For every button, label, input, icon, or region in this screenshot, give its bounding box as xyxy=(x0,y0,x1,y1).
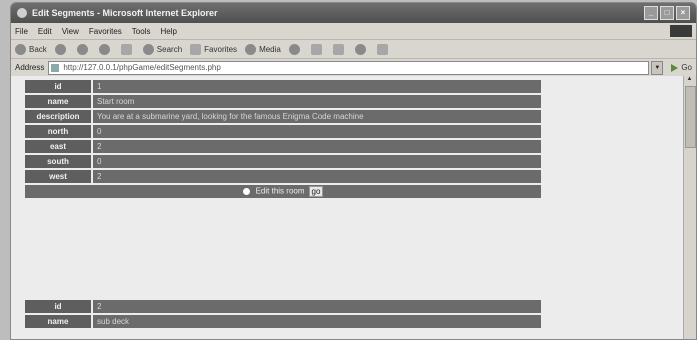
home-button[interactable] xyxy=(120,43,135,55)
menu-view[interactable]: View xyxy=(62,27,79,36)
print-button[interactable] xyxy=(332,43,347,55)
segment-record: id 2 name sub deck xyxy=(23,298,543,330)
address-bar: Address http://127.0.0.1/phpGame/editSeg… xyxy=(11,59,696,77)
discuss-button[interactable] xyxy=(376,43,391,55)
page-content: id 1 name Start room description You are at… xyxy=(11,76,684,339)
table-row: name Start room xyxy=(25,95,541,108)
go-submit-button[interactable]: go xyxy=(308,186,324,197)
refresh-icon xyxy=(98,43,110,55)
history-icon xyxy=(288,43,300,55)
menu-edit[interactable]: Edit xyxy=(38,27,52,36)
field-value: Start room xyxy=(93,95,541,108)
stop-icon xyxy=(76,43,88,55)
menu-bar: File Edit View Favorites Tools Help xyxy=(11,23,696,40)
discuss-icon xyxy=(376,43,388,55)
address-url: http://127.0.0.1/phpGame/editSegments.ph… xyxy=(63,63,221,72)
field-value: 2 xyxy=(93,300,541,313)
field-value: 2 xyxy=(93,140,541,153)
home-icon xyxy=(120,43,132,55)
favorites-label: Favorites xyxy=(204,44,238,54)
field-value: 2 xyxy=(93,170,541,183)
vertical-scrollbar[interactable]: ▲ xyxy=(683,76,696,339)
field-name: north xyxy=(25,125,91,138)
edit-row: Edit this room go xyxy=(25,185,541,198)
address-dropdown-icon[interactable]: ▼ xyxy=(651,60,664,75)
table-row: description You are at a submarine yard, … xyxy=(25,110,541,123)
windows-logo-icon xyxy=(670,25,692,37)
search-label: Search xyxy=(156,44,183,54)
table-row: west 2 xyxy=(25,170,541,183)
search-button[interactable]: Search xyxy=(142,43,183,55)
edit-cell: Edit this room go xyxy=(25,185,541,198)
table-row: east 2 xyxy=(25,140,541,153)
close-button[interactable]: × xyxy=(676,6,690,20)
toolbar: Back Search Favorites Media xyxy=(11,40,696,59)
ie-icon xyxy=(17,8,27,18)
favorites-button[interactable]: Favorites xyxy=(190,43,238,55)
history-button[interactable] xyxy=(288,43,303,55)
field-name: east xyxy=(25,140,91,153)
refresh-button[interactable] xyxy=(98,43,113,55)
table-row: id 1 xyxy=(25,80,541,93)
edit-room-label: Edit this room xyxy=(255,186,305,196)
go-arrow-icon xyxy=(671,63,679,72)
search-icon xyxy=(142,43,154,55)
field-name: name xyxy=(25,315,91,328)
media-icon xyxy=(245,43,257,55)
field-name: south xyxy=(25,155,91,168)
table-row: south 0 xyxy=(25,155,541,168)
title-bar: Edit Segments - Microsoft Internet Explo… xyxy=(11,3,696,23)
table-row: id 2 xyxy=(25,300,541,313)
maximize-button[interactable]: □ xyxy=(660,6,674,20)
browser-window: Edit Segments - Microsoft Internet Explo… xyxy=(10,2,697,340)
field-value: 0 xyxy=(93,125,541,138)
segment-record: id 1 name Start room description You are at… xyxy=(23,78,543,200)
field-name: id xyxy=(25,300,91,313)
field-value: 0 xyxy=(93,155,541,168)
table-row: name sub deck xyxy=(25,315,541,328)
scroll-thumb[interactable] xyxy=(685,86,696,148)
back-arrow-icon xyxy=(15,43,26,55)
media-button[interactable]: Media xyxy=(245,43,281,55)
field-value: You are at a submarine yard, looking for… xyxy=(93,110,541,123)
menu-tools[interactable]: Tools xyxy=(132,27,151,36)
field-name: name xyxy=(25,95,91,108)
back-label: Back xyxy=(29,44,47,54)
field-name: west xyxy=(25,170,91,183)
forward-arrow-icon xyxy=(54,43,66,55)
go-label: Go xyxy=(681,63,692,72)
table-row: north 0 xyxy=(25,125,541,138)
print-icon xyxy=(332,43,344,55)
stop-button[interactable] xyxy=(76,43,91,55)
minimize-button[interactable]: _ xyxy=(644,6,658,20)
favorites-star-icon xyxy=(190,43,202,55)
menu-help[interactable]: Help xyxy=(160,27,176,36)
window-title: Edit Segments - Microsoft Internet Explo… xyxy=(32,8,218,18)
mail-icon xyxy=(310,43,322,55)
address-input[interactable]: http://127.0.0.1/phpGame/editSegments.ph… xyxy=(48,60,650,75)
forward-button[interactable] xyxy=(54,43,69,55)
field-name: id xyxy=(25,80,91,93)
back-button[interactable]: Back xyxy=(15,43,47,55)
edit-icon xyxy=(354,43,366,55)
field-value: 1 xyxy=(93,80,541,93)
edit-room-radio[interactable] xyxy=(242,188,250,195)
mail-button[interactable] xyxy=(310,43,325,55)
field-name: description xyxy=(25,110,91,123)
menu-file[interactable]: File xyxy=(15,27,28,36)
media-label: Media xyxy=(259,44,281,54)
page-icon xyxy=(51,63,60,72)
menu-favorites[interactable]: Favorites xyxy=(89,27,122,36)
scroll-up-icon[interactable]: ▲ xyxy=(685,76,694,84)
address-label: Address xyxy=(15,63,45,72)
address-go-button[interactable]: Go xyxy=(671,63,692,72)
edit-page-button[interactable] xyxy=(354,43,369,55)
field-value: sub deck xyxy=(93,315,541,328)
